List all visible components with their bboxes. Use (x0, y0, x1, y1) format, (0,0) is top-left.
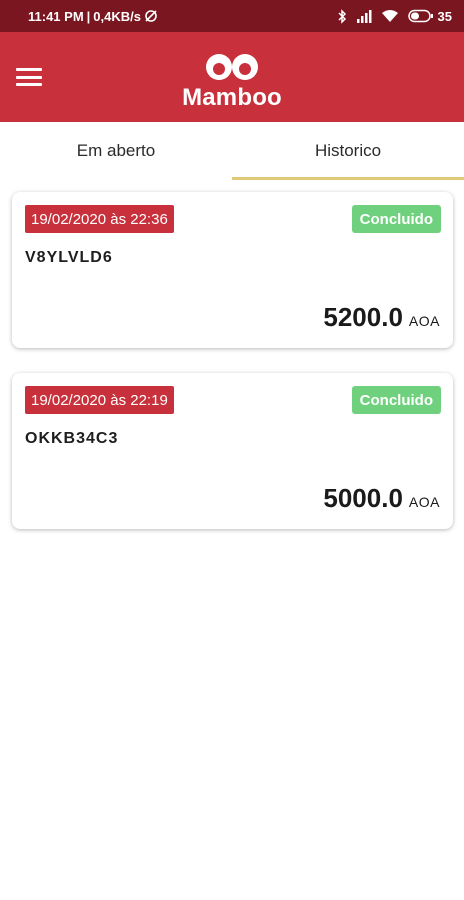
logo-mark-icon (206, 54, 258, 80)
order-card[interactable]: 19/02/2020 às 22:19 Concluido OKKB34C3 5… (12, 373, 453, 529)
amount-currency: AOA (408, 494, 440, 510)
bluetooth-icon (337, 8, 347, 24)
tab-bar: Em aberto Historico (0, 122, 464, 180)
tab-historico[interactable]: Historico (232, 122, 464, 180)
amount-value: 5000.0 (323, 483, 403, 513)
battery-level: 35 (437, 8, 452, 24)
wifi-icon (381, 9, 399, 23)
status-time: 11:41 PM (28, 8, 84, 24)
status-right: 35 (337, 9, 452, 24)
status-badge: Concluido (351, 205, 441, 233)
status-badge: Concluido (351, 386, 441, 414)
logo-text: Mamboo (182, 84, 282, 111)
order-date: 19/02/2020 às 22:36 (25, 205, 174, 233)
order-date: 19/02/2020 às 22:19 (25, 386, 174, 414)
app-logo: Mamboo (182, 50, 282, 111)
status-separator: | (86, 8, 91, 24)
app-bar: Mamboo (0, 32, 464, 122)
order-code: V8YLVLD6 (25, 249, 113, 266)
order-amount: 5000.0 AOA (323, 483, 440, 514)
tab-em-aberto[interactable]: Em aberto (0, 122, 232, 180)
signal-icon (356, 9, 372, 23)
hamburger-menu-icon[interactable] (16, 66, 42, 88)
order-amount: 5200.0 AOA (323, 302, 440, 333)
status-speed: 0,4KB/s (93, 8, 141, 24)
amount-currency: AOA (408, 313, 440, 329)
order-code: OKKB34C3 (25, 430, 119, 447)
battery-icon (407, 9, 434, 23)
sync-off-icon (144, 9, 158, 23)
status-bar: 11:41 PM | 0,4KB/s 35 (0, 0, 464, 32)
order-card[interactable]: 19/02/2020 às 22:36 Concluido V8YLVLD6 5… (12, 192, 453, 348)
amount-value: 5200.0 (323, 302, 403, 332)
battery-indicator: 35 (407, 8, 452, 24)
status-left: 11:41 PM | 0,4KB/s (28, 9, 158, 24)
